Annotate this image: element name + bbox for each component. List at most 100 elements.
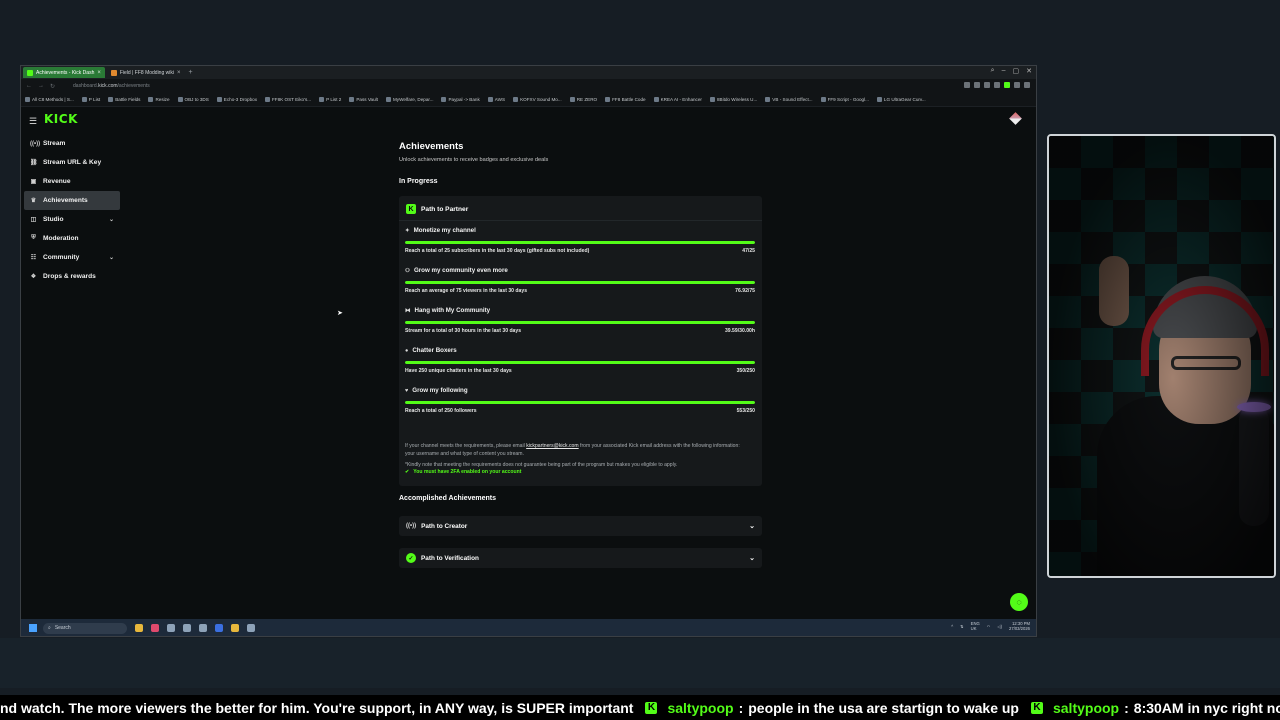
chevron-down-icon[interactable]: ⌄ [749, 522, 755, 530]
bookmark-item[interactable]: 8Bitdo Wireless U... [709, 97, 757, 102]
chat-username: saltypoop [667, 699, 734, 716]
discord-icon[interactable] [167, 624, 175, 632]
bookmark-item[interactable]: FF9 Script - Googl... [820, 97, 869, 102]
controller-icon: ⧓ [405, 307, 411, 314]
partner-email-note: If your channel meets the requirements, … [405, 443, 750, 458]
app-icon[interactable] [215, 624, 223, 632]
bookmark-item[interactable]: KOFXV Sound Mo... [513, 97, 562, 102]
close-tab-icon[interactable]: × [177, 70, 181, 76]
browser-app-icon[interactable] [151, 624, 159, 632]
network-icon[interactable]: ⇅ [960, 624, 964, 629]
bookmark-item[interactable]: LG UltraGear Curv... [876, 97, 926, 102]
community-icon: ☷ [30, 255, 37, 261]
goal-title: ⧓ Hang with My Community [405, 307, 490, 314]
sidebar-item-stream-url-key[interactable]: ⛓ Stream URL & Key [24, 153, 120, 172]
path-to-verification-accordion[interactable]: ✓ Path to Verification ⌄ [399, 548, 762, 568]
hamburger-menu-icon[interactable]: ☰ [29, 116, 37, 127]
kick-logo[interactable]: KICK [44, 112, 78, 126]
studio-icon: ◫ [30, 217, 37, 223]
clock[interactable]: 12:30 PM 27/03/2026 [1009, 621, 1030, 631]
extension-icon[interactable] [1014, 82, 1020, 88]
bookmark-item[interactable]: Resize [148, 97, 170, 102]
menu-icon[interactable] [1024, 82, 1030, 88]
chevron-down-icon[interactable]: ⌄ [109, 254, 114, 261]
user-avatar-icon[interactable] [1009, 112, 1022, 125]
twofa-requirement: ✔ You must have 2FA enabled on your acco… [405, 469, 521, 475]
chevron-down-icon[interactable]: ⌄ [109, 216, 114, 223]
sidebar-item-studio[interactable]: ◫ Studio ⌄ [24, 210, 120, 229]
sidebar-item-community[interactable]: ☷ Community ⌄ [24, 248, 120, 267]
file-explorer-icon[interactable] [135, 624, 143, 632]
sidebar-item-moderation[interactable]: ⛨ Moderation [24, 229, 120, 248]
kick-extension-icon[interactable] [1004, 82, 1010, 88]
steam-icon[interactable] [183, 624, 191, 632]
window-controls: ⌕ – ▢ ✕ [991, 67, 1032, 75]
bookmark-item[interactable]: Paypal -> Bank [441, 97, 480, 102]
tab-achievements[interactable]: Achievements - Kick Dash × [23, 67, 105, 78]
achievement-goal: ⚇ Grow my community even more Reach an ave… [405, 267, 755, 303]
chevron-down-icon[interactable]: ⌄ [749, 554, 755, 562]
extension-icon[interactable] [994, 82, 1000, 88]
bookmark-label: Echo-3 Dropbox [223, 97, 257, 102]
extension-icon[interactable] [974, 82, 980, 88]
obs-icon[interactable] [199, 624, 207, 632]
sidebar-item-label: Drops & rewards [43, 273, 96, 280]
achievement-goal: ● Chatter Boxers Have 250 unique chatters … [405, 347, 755, 383]
new-tab-button[interactable]: + [189, 69, 193, 76]
chevron-up-icon[interactable]: ^ [951, 624, 953, 629]
close-window-icon[interactable]: ✕ [1026, 67, 1032, 75]
bookmark-item[interactable]: FF8K OST Eiko's... [265, 97, 311, 102]
partner-email-link[interactable]: kickpartners@kick.com [526, 443, 578, 449]
bookmark-item[interactable]: Pass Vault [349, 97, 378, 102]
bookmark-item[interactable]: AWS [487, 97, 505, 102]
bookmark-favicon-icon [25, 97, 30, 102]
settings-icon[interactable] [247, 624, 255, 632]
bookmark-favicon-icon [876, 97, 882, 102]
taskbar-search[interactable]: ⌕ Search [43, 622, 127, 634]
sidebar-item-revenue[interactable]: ▣ Revenue [24, 172, 120, 191]
bookmark-item[interactable]: MyWelfare, Depar... [385, 97, 433, 102]
search-tabs-icon[interactable]: ⌕ [991, 67, 995, 75]
bookmark-item[interactable]: Echo-3 Dropbox [216, 97, 257, 102]
reload-icon[interactable]: ↻ [50, 83, 55, 90]
sidebar-item-label: Community [43, 254, 80, 261]
back-icon[interactable]: ← [26, 83, 32, 90]
bookmark-item[interactable]: P List 2 [319, 97, 341, 102]
windows-taskbar: ⌕ Search ^ ⇅ ENG UK ◠ ◁) 12:30 PM 27/03/20… [21, 619, 1036, 636]
sidebar-item-achievements[interactable]: ♛ Achievements [24, 191, 120, 210]
close-tab-icon[interactable]: × [97, 70, 101, 76]
minimize-icon[interactable]: – [1002, 67, 1006, 75]
volume-icon[interactable]: ◁) [997, 624, 1002, 629]
bookmark-label: Pass Vault [356, 97, 378, 102]
tab-ff8-wiki[interactable]: Field | FF8 Modding wiki × [107, 67, 185, 78]
extension-icon[interactable] [964, 82, 970, 88]
bookmark-label: VB - Sound Effect... [772, 97, 813, 102]
sidebar-item-drops-rewards[interactable]: ❖ Drops & rewards [24, 267, 120, 286]
notes-icon[interactable] [231, 624, 239, 632]
goal-title-text: Chatter Boxers [412, 347, 457, 354]
path-to-creator-accordion[interactable]: ((•)) Path to Creator ⌄ [399, 516, 762, 536]
language-indicator[interactable]: ENG UK [971, 621, 980, 631]
extension-icon[interactable] [984, 82, 990, 88]
search-placeholder: Search [54, 625, 71, 631]
bookmark-item[interactable]: FF8 Battle Code [605, 97, 646, 102]
bookmark-favicon-icon [148, 97, 154, 102]
wifi-icon[interactable]: ◠ [987, 624, 991, 629]
bookmark-item[interactable]: VB - Sound Effect... [765, 97, 813, 102]
bookmark-item[interactable]: Battle Fields [108, 97, 140, 102]
bookmark-label: RE ZERO [576, 97, 598, 102]
bookmark-label: Battle Fields [115, 97, 141, 102]
chat-ticker: nd watch. The more viewers the better fo… [0, 695, 1280, 720]
maximize-icon[interactable]: ▢ [1013, 67, 1020, 75]
sidebar-item-stream[interactable]: ((•)) Stream [24, 134, 120, 153]
windows-start-icon[interactable] [29, 624, 37, 632]
broadcast-icon: ((•)) [406, 523, 417, 529]
forward-icon[interactable]: → [38, 83, 44, 90]
bookmark-item[interactable]: All C8 Methods | S... [25, 97, 74, 102]
help-chat-button[interactable]: ◌ [1010, 593, 1028, 611]
bookmark-item[interactable]: P List [81, 97, 100, 102]
bookmark-item[interactable]: RE ZERO [569, 97, 598, 102]
bookmark-item[interactable]: OBJ to 3DS [177, 97, 209, 102]
url-field[interactable]: dashboard.kick.com/achievements [73, 83, 150, 89]
bookmark-item[interactable]: KREA AI - Enhancer [653, 97, 702, 102]
